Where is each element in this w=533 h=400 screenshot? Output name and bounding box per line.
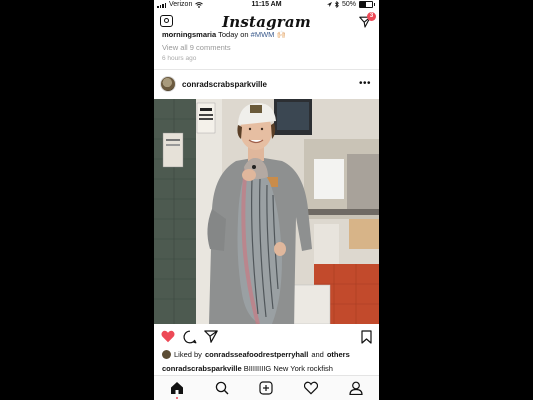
previous-caption-user[interactable]: morningsmaria xyxy=(162,30,216,39)
profile-icon[interactable] xyxy=(349,381,363,395)
liked-by-user[interactable]: conradsseafoodrestperryhall xyxy=(205,350,308,359)
location-icon xyxy=(326,1,332,7)
view-comments-link[interactable]: View all 9 comments xyxy=(162,43,231,52)
battery-tip xyxy=(374,3,375,6)
battery-percent: 50% xyxy=(341,1,356,8)
search-icon[interactable] xyxy=(215,381,229,395)
status-bar: Verizon 11:15 AM 50% xyxy=(154,0,379,11)
heart-icon[interactable] xyxy=(161,330,175,343)
post-photo-image xyxy=(154,99,379,324)
previous-caption-hashtag[interactable]: #MWM 🙌🏻 xyxy=(251,30,286,39)
previous-post: morningsmaria Today on #MWM 🙌🏻 View all … xyxy=(154,30,379,68)
app-logo: Instagram xyxy=(222,13,311,31)
liked-by-others-link[interactable]: others xyxy=(327,350,350,359)
comment-icon[interactable] xyxy=(183,330,197,344)
share-icon[interactable] xyxy=(204,330,218,343)
avatar[interactable] xyxy=(160,76,176,92)
post-username[interactable]: conradscrabsparkville xyxy=(182,80,267,89)
bottom-tab-bar xyxy=(154,375,379,400)
liked-by-prefix: Liked by xyxy=(174,350,202,359)
phone-screen: Verizon 11:15 AM 50% Instagram 3 morning… xyxy=(154,0,379,400)
home-active-dot xyxy=(176,397,178,399)
new-post-icon[interactable] xyxy=(259,381,273,395)
battery-icon xyxy=(359,1,373,8)
post-header: conradscrabsparkville ••• xyxy=(154,70,379,99)
direct-badge: 3 xyxy=(367,12,376,21)
bluetooth-icon xyxy=(335,1,339,8)
home-icon[interactable] xyxy=(170,381,184,395)
likes-line: Liked by conradsseafoodrestperryhall and… xyxy=(162,350,350,359)
post-actions xyxy=(154,326,379,348)
caption-text: BIIIIIIIIG New York rockfish xyxy=(241,364,333,373)
bookmark-icon[interactable] xyxy=(361,330,372,344)
liker-avatar[interactable] xyxy=(162,350,171,359)
previous-post-time: 6 hours ago xyxy=(162,55,197,62)
liked-by-joiner: and xyxy=(311,350,324,359)
post-photo[interactable] xyxy=(154,99,379,324)
more-options-icon[interactable]: ••• xyxy=(359,78,371,89)
caption-username[interactable]: conradscrabsparkville xyxy=(162,364,242,373)
previous-caption: morningsmaria Today on #MWM 🙌🏻 xyxy=(162,30,286,39)
post-caption: conradscrabsparkville BIIIIIIIIG New Yor… xyxy=(162,364,333,373)
previous-caption-text: Today on xyxy=(216,30,251,39)
status-right: 50% xyxy=(326,1,375,8)
activity-heart-icon[interactable] xyxy=(304,381,318,395)
